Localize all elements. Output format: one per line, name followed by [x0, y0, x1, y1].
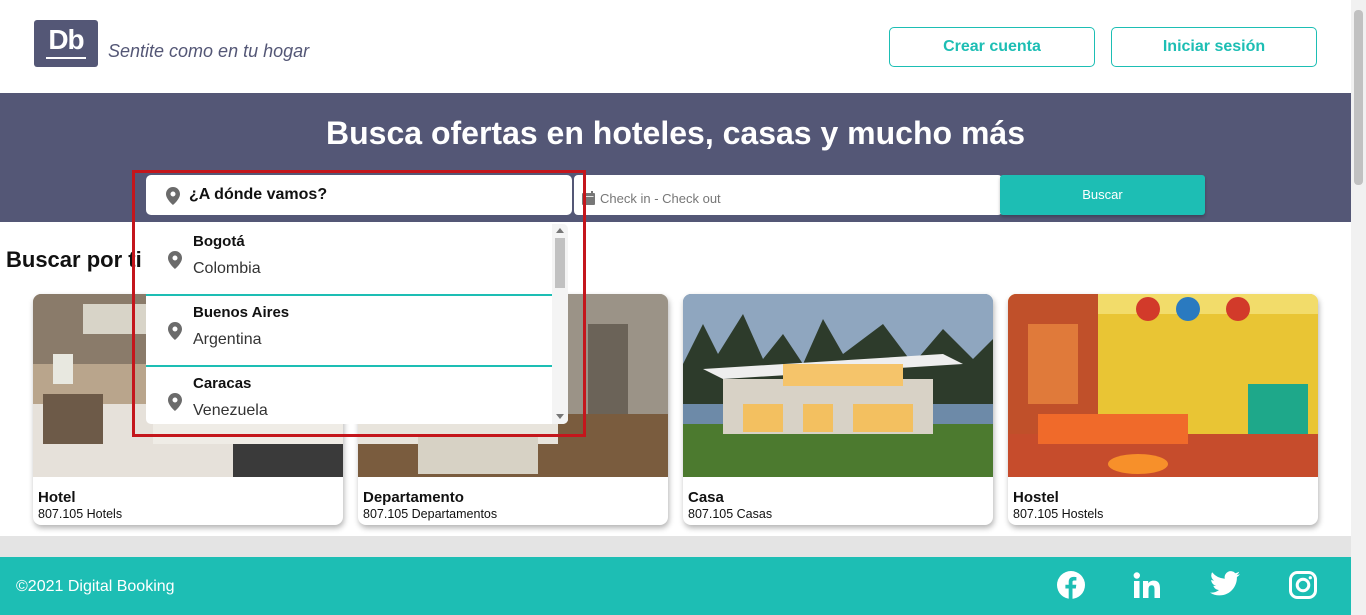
header: Db Sentite como en tu hogar Crear cuenta… [0, 0, 1351, 93]
category-name: Hotel [38, 489, 76, 506]
twitter-icon[interactable] [1210, 571, 1240, 597]
category-count: 807.105 Casas [688, 507, 773, 521]
category-name: Casa [688, 489, 724, 506]
date-range-input[interactable]: Check in - Check out [574, 175, 1002, 215]
create-account-button[interactable]: Crear cuenta [889, 27, 1095, 67]
logo-text: Db [48, 24, 84, 55]
categories-title: Buscar por ti [6, 247, 142, 272]
search-button[interactable]: Buscar [1000, 175, 1205, 215]
page-scrollbar-thumb[interactable] [1354, 10, 1363, 185]
highlight-annotation [132, 170, 586, 437]
category-count: 807.105 Hotels [38, 507, 123, 521]
house-image [683, 294, 993, 477]
login-button[interactable]: Iniciar sesión [1111, 27, 1317, 67]
copyright-text: ©2021 Digital Booking [16, 578, 175, 595]
linkedin-icon[interactable] [1133, 571, 1161, 599]
facebook-icon[interactable] [1057, 571, 1085, 599]
category-name: Hostel [1013, 489, 1059, 506]
logo-underline [46, 57, 86, 59]
logo[interactable]: Db [34, 20, 98, 67]
category-count: 807.105 Hostels [1013, 507, 1104, 521]
date-range-placeholder: Check in - Check out [600, 191, 721, 206]
category-card-casa[interactable]: Casa 807.105 Casas [683, 294, 993, 525]
page-scrollbar[interactable] [1351, 0, 1366, 615]
hero-title: Busca ofertas en hoteles, casas y mucho … [326, 115, 1025, 151]
category-name: Departamento [363, 489, 464, 506]
tagline: Sentite como en tu hogar [108, 41, 310, 61]
instagram-icon[interactable] [1289, 571, 1317, 599]
hostel-image [1008, 294, 1318, 477]
section-divider [0, 536, 1351, 557]
category-count: 807.105 Departamentos [363, 507, 498, 521]
category-card-hostel[interactable]: Hostel 807.105 Hostels [1008, 294, 1318, 525]
footer: ©2021 Digital Booking [0, 557, 1351, 615]
